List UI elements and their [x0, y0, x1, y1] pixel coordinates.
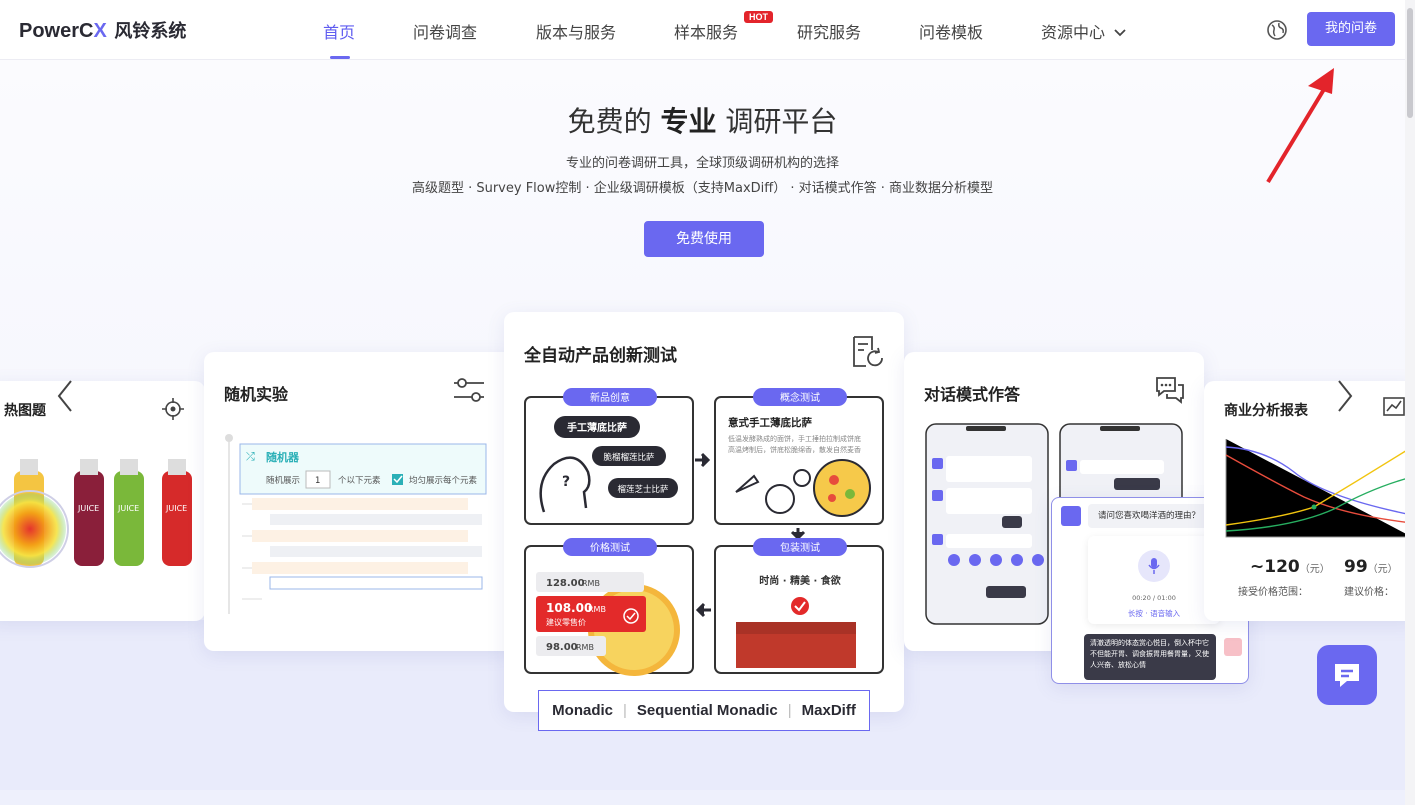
bubble-idea-1: 手工薄底比萨 [567, 421, 627, 434]
hero-subtitle: 专业的问卷调研工具，全球顶级调研机构的选择 [565, 156, 839, 171]
microphone-icon [1148, 558, 1160, 574]
hero-title-pre: 免费的 [567, 105, 652, 138]
message-icon [1335, 664, 1359, 687]
nav-item-survey[interactable]: 问卷调查 [413, 19, 477, 43]
svg-text:⤮: ⤮ [246, 450, 255, 463]
page-scrollbar[interactable] [1405, 0, 1415, 805]
hot-badge: HOT [744, 11, 773, 23]
method-maxdiff: MaxDiff [801, 702, 856, 719]
card-heatmap[interactable]: 热图题 JUICE JUICE JUICE [0, 381, 205, 621]
suggest-price-label: 建议价格： [1344, 587, 1394, 598]
rmb-3: RMB [576, 643, 594, 652]
card-auto-test[interactable]: 全自动产品创新测试 新品创意 手工薄底比萨 脆榴榴莲比萨 榴莲芝士比萨 ? 概念… [504, 312, 904, 712]
scrollbar-thumb[interactable] [1407, 8, 1413, 118]
red-annotation-arrow [1266, 68, 1334, 184]
chat-bubbles-icon [1156, 377, 1184, 404]
voice-timer: 00:20 / 01:00 [1132, 594, 1176, 602]
hero-title-bold: 专业 [660, 105, 717, 138]
carousel-next-icon[interactable] [1332, 378, 1356, 414]
trend-chart-icon [1383, 397, 1405, 416]
hero-features: 高级题型 · Survey Flow控制 · 企业级调研模板（支持MaxDiff… [411, 181, 994, 196]
concept-line-2: 高温烤制后，饼底松脆绵香，散发自然麦香 [728, 445, 861, 454]
nav-item-resources-label: 资源中心 [1041, 23, 1106, 42]
card-random[interactable]: 随机实验 ⤮ 随机器 随机展示 1 个以下元素 均匀展示每个元素 [204, 352, 514, 651]
tag-concept: 概念测试 [780, 391, 820, 404]
card-business-report[interactable]: 商业分析报表 ~120（元） 接受价格范围： 99（元） 建议价格： [1204, 381, 1415, 621]
logo-brand: PowerC [19, 20, 94, 42]
user-avatar [1224, 638, 1242, 656]
rmb-2: RMB [588, 605, 606, 614]
price-2: 108.00 [546, 601, 592, 615]
carousel-prev-icon[interactable] [54, 378, 78, 414]
price-range: ~120 [1250, 557, 1300, 577]
method-divider: | [787, 702, 792, 719]
random-show-label: 随机展示 [266, 475, 300, 486]
card-biz-title: 商业分析报表 [1224, 403, 1308, 419]
price-range-value: ~120（元） [1250, 557, 1330, 577]
chat-answer: 清澈透明的体态赏心悦目，倒入杯中它不但能开胃、调食振胃用餐胃量，又使人兴奋、放松… [1084, 634, 1216, 680]
random-count: 1 [315, 476, 320, 486]
juice-bottles-image: JUICE JUICE JUICE [0, 459, 192, 568]
method-sequential: Sequential Monadic [636, 702, 778, 719]
concept-title: 意式手工薄底比萨 [728, 416, 812, 429]
nav-item-resources[interactable]: 资源中心 [1041, 19, 1126, 43]
suggest-price-unit: （元） [1367, 564, 1398, 575]
methods-box: Monadic | Sequential Monadic | MaxDiff [538, 690, 870, 731]
my-survey-button[interactable]: 我的问卷 [1307, 12, 1395, 46]
card-random-title: 随机实验 [224, 385, 289, 404]
concept-line-1: 低温发酵熟成的面饼，手工捶拍拉制成饼底 [728, 434, 861, 443]
bubble-idea-2: 脆榴榴莲比萨 [603, 452, 655, 463]
suggest-value: 99（元） [1344, 557, 1398, 577]
free-use-button[interactable]: 免费使用 [644, 221, 764, 257]
refresh-document-icon [853, 336, 883, 367]
chevron-down-icon [1114, 29, 1126, 37]
nav-item-sample[interactable]: 样本服务 [674, 19, 738, 43]
hero-title-post: 调研平台 [725, 105, 838, 138]
product-test-grid: 新品创意 手工薄底比萨 脆榴榴莲比萨 榴莲芝士比萨 ? 概念测试 意式手工薄底比… [524, 388, 884, 676]
card-heatmap-title: 热图题 [4, 403, 46, 419]
card-chat-title: 对话模式作答 [924, 385, 1021, 404]
bubble-idea-3: 榴莲芝士比萨 [617, 484, 669, 495]
random-even-label: 均匀展示每个元素 [409, 475, 478, 486]
logo-x: X [93, 20, 107, 42]
rmb-1: RMB [582, 579, 600, 588]
tag-new-idea: 新品创意 [590, 391, 630, 404]
svg-text:?: ? [562, 474, 570, 490]
method-divider: | [623, 702, 627, 719]
chat-question: 请问您喜欢喝洋酒的理由？ [1088, 504, 1220, 528]
chat-avatar [1061, 506, 1081, 526]
nav-item-templates[interactable]: 问卷模板 [919, 19, 983, 43]
voice-hint: 长按 · 语音输入 [1127, 609, 1181, 618]
method-monadic: Monadic [552, 702, 613, 719]
randomizer-flow-image: ⤮ 随机器 随机展示 1 个以下元素 均匀展示每个元素 [225, 434, 487, 614]
price-range-unit: （元） [1299, 564, 1330, 575]
nav-item-pricing[interactable]: 版本与服务 [536, 19, 616, 43]
bottle-label: JUICE [165, 504, 187, 513]
suggest-price-label: 建议零售价 [546, 617, 586, 627]
nav-item-research[interactable]: 研究服务 [797, 19, 861, 43]
tag-price: 价格测试 [590, 541, 630, 554]
sliders-icon [454, 378, 484, 402]
randomizer-label: 随机器 [266, 450, 300, 464]
price-3: 98.00 [546, 642, 578, 653]
bottle-label: JUICE [77, 504, 99, 513]
globe-icon[interactable] [1266, 19, 1288, 41]
hero-title: 免费的 专业 调研平台 [0, 100, 1405, 140]
logo-cn: 风铃系统 [114, 21, 187, 41]
price-sensitivity-chart [1225, 439, 1413, 538]
top-nav: PowerCX 风铃系统 首页 问卷调查 版本与服务 样本服务 HOT 研究服务… [0, 0, 1405, 60]
support-chat-button[interactable] [1317, 645, 1377, 705]
random-unit: 个以下元素 [338, 475, 381, 486]
price-range-label: 接受价格范围： [1238, 587, 1308, 598]
target-icon [162, 398, 184, 420]
nav-active-indicator [330, 56, 350, 59]
price-1: 128.00 [546, 578, 585, 589]
logo[interactable]: PowerCX 风铃系统 [19, 17, 186, 43]
bottle-label: JUICE [117, 504, 139, 513]
card-auto-title: 全自动产品创新测试 [524, 346, 677, 366]
suggest-price: 99 [1344, 557, 1368, 577]
package-slogan: 时尚 · 精美 · 食欲 [759, 574, 841, 587]
nav-item-home[interactable]: 首页 [323, 19, 355, 43]
tag-package: 包装测试 [780, 541, 820, 554]
